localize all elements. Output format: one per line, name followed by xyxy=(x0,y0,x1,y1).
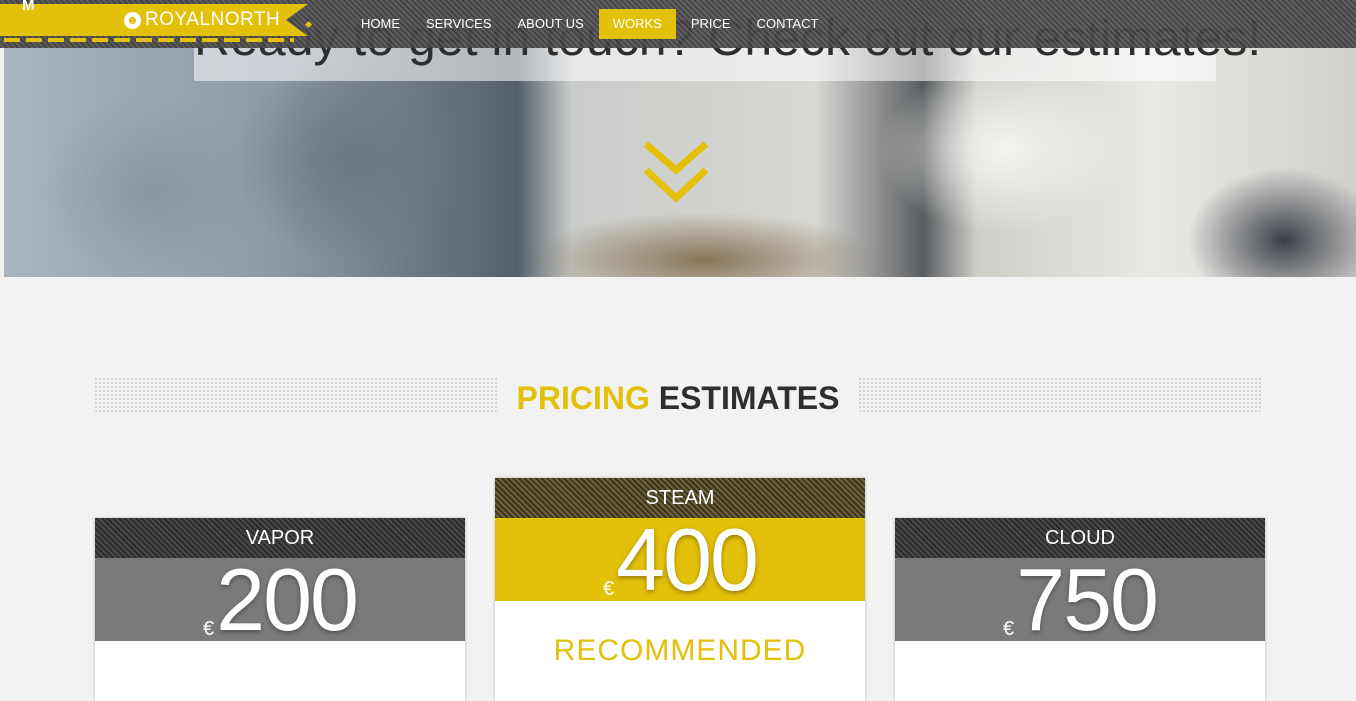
double-chevron-down-icon[interactable] xyxy=(640,140,712,210)
price-amount: 750 xyxy=(1016,550,1159,649)
main-nav: HOME SERVICES ABOUT US WORKS PRICE CONTA… xyxy=(350,9,833,39)
plan-body: RECOMMENDED xyxy=(495,601,865,701)
plan-price: € 400 xyxy=(495,514,865,606)
nav-item-home[interactable]: HOME xyxy=(350,9,411,39)
section-title: PRICING ESTIMATES xyxy=(0,378,1356,418)
nav-item-works[interactable]: WORKS xyxy=(598,9,676,39)
nav-item-about-us[interactable]: ABOUT US xyxy=(507,9,595,39)
brand-logo[interactable]: ☻ ROYALNORTH xyxy=(124,7,280,33)
section-title-highlight: PRICING xyxy=(516,380,650,416)
price-amount: 200 xyxy=(216,550,359,649)
currency-symbol: € xyxy=(203,618,215,640)
plan-body xyxy=(95,641,465,701)
brand-ribbon-stitch xyxy=(4,38,294,42)
recommended-label: RECOMMENDED xyxy=(553,634,807,667)
smiley-icon: ☻ xyxy=(124,11,141,29)
price-amount: 400 xyxy=(616,510,759,609)
brand-name: ROYALNORTH xyxy=(145,9,281,30)
nav-item-contact[interactable]: CONTACT xyxy=(746,9,830,39)
plan-body xyxy=(895,641,1265,701)
pricing-card-cloud[interactable]: CLOUD € 750 xyxy=(895,518,1265,701)
nav-item-price[interactable]: PRICE xyxy=(680,9,742,39)
brand-ribbon-tail xyxy=(286,4,308,36)
currency-symbol: € xyxy=(603,578,615,600)
section-title-rest: ESTIMATES xyxy=(658,380,840,416)
pricing-card-vapor[interactable]: VAPOR € 200 xyxy=(95,518,465,701)
logo-mark[interactable]: M xyxy=(22,0,35,13)
currency-symbol: € xyxy=(1003,618,1015,640)
pricing-card-steam[interactable]: STEAM € 400 RECOMMENDED xyxy=(495,478,865,701)
plan-price: € 750 xyxy=(895,554,1265,646)
plan-price: € 200 xyxy=(95,554,465,646)
nav-item-services[interactable]: SERVICES xyxy=(415,9,503,39)
